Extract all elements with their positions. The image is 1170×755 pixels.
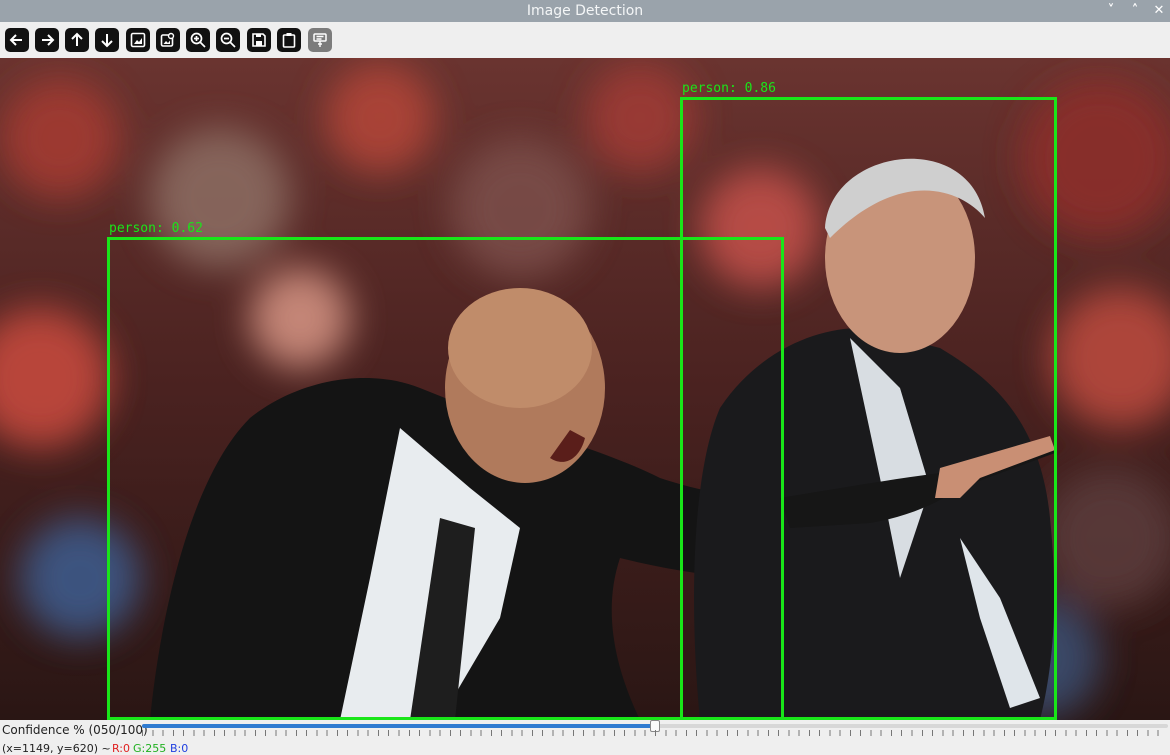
detection-box-person-2 bbox=[680, 97, 1057, 720]
close-button[interactable]: ✕ bbox=[1152, 2, 1166, 20]
pan-down-button[interactable] bbox=[95, 28, 119, 52]
confidence-slider-ticks bbox=[142, 730, 1168, 736]
zoom-in-button[interactable] bbox=[186, 28, 210, 52]
zoom-out-icon bbox=[220, 32, 236, 48]
copy-to-clipboard-button[interactable] bbox=[277, 28, 301, 52]
zoom-in-icon bbox=[190, 32, 206, 48]
arrow-left-icon bbox=[9, 34, 22, 46]
pan-left-button[interactable] bbox=[5, 28, 29, 52]
detection-label-person-1: person: 0.62 bbox=[109, 221, 203, 236]
detection-label-person-2: person: 0.86 bbox=[682, 81, 776, 96]
pixel-blue-value: B:0 bbox=[170, 742, 189, 755]
zoom-fit-button[interactable] bbox=[126, 28, 150, 52]
maximize-button[interactable]: ˄ bbox=[1128, 2, 1142, 20]
status-bar: (x=1149, y=620) ~ R:0 G:255 B:0 bbox=[0, 739, 1170, 755]
pan-right-button[interactable] bbox=[35, 28, 59, 52]
image-canvas[interactable]: person: 0.62 person: 0.86 bbox=[0, 58, 1170, 720]
cursor-coordinates: (x=1149, y=620) ~ bbox=[2, 742, 111, 755]
arrow-down-icon bbox=[101, 34, 113, 48]
image-search-icon bbox=[160, 32, 175, 47]
pixel-green-value: G:255 bbox=[133, 742, 167, 755]
title-bar: Image Detection ˅ ˄ ✕ bbox=[0, 0, 1170, 22]
zoom-out-button[interactable] bbox=[216, 28, 240, 52]
window-title: Image Detection bbox=[526, 3, 644, 19]
properties-button[interactable] bbox=[308, 28, 332, 52]
image-icon bbox=[130, 32, 146, 48]
arrow-up-icon bbox=[71, 32, 83, 46]
toolbar bbox=[0, 22, 1170, 58]
confidence-slider[interactable] bbox=[142, 720, 1168, 732]
save-icon bbox=[252, 33, 266, 47]
zoom-original-button[interactable] bbox=[156, 28, 180, 52]
confidence-label: Confidence % (050/100) bbox=[2, 723, 148, 737]
pixel-red-value: R:0 bbox=[112, 742, 131, 755]
arrow-right-icon bbox=[42, 34, 55, 46]
properties-icon bbox=[313, 33, 327, 47]
clipboard-icon bbox=[282, 33, 296, 48]
confidence-control: Confidence % (050/100) bbox=[0, 720, 1170, 739]
pan-up-button[interactable] bbox=[65, 28, 89, 52]
minimize-button[interactable]: ˅ bbox=[1104, 2, 1118, 20]
save-button[interactable] bbox=[247, 28, 271, 52]
confidence-slider-fill bbox=[142, 724, 655, 728]
